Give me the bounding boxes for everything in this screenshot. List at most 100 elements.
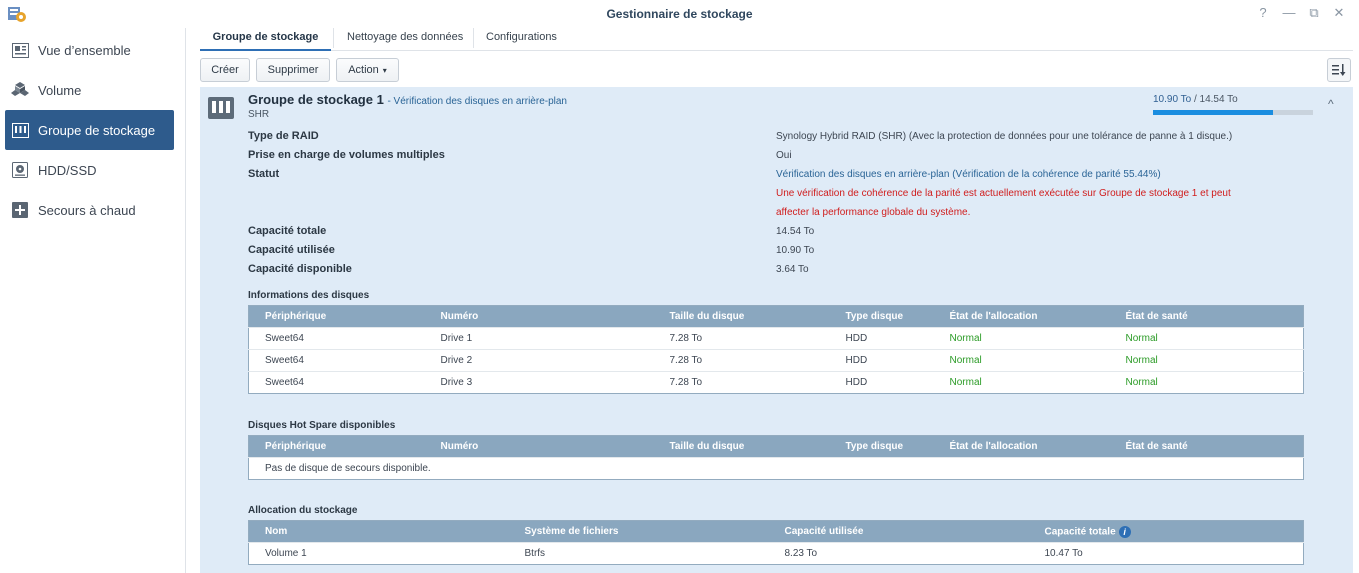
raid-type-value: Synology Hybrid RAID (SHR) (Avec la prot…	[776, 131, 1233, 142]
capacity-separator: /	[1191, 94, 1200, 105]
column-header[interactable]: Type disque	[829, 435, 934, 458]
sidebar-item-storage-pool[interactable]: Groupe de stockage	[5, 110, 174, 150]
hot-spare-title: Disques Hot Spare disponibles	[248, 420, 396, 431]
sidebar-item-label: Secours à chaud	[38, 202, 136, 218]
multi-volume-value: Oui	[776, 150, 792, 161]
column-header[interactable]: État de l'allocation	[933, 435, 1110, 458]
column-header[interactable]: Taille du disque	[653, 305, 830, 328]
status-warning-line2: affecter la performance globale du systè…	[776, 207, 971, 218]
size-cell: 7.28 To	[653, 327, 830, 350]
empty-row: Pas de disque de secours disponible.	[248, 457, 1304, 480]
column-header[interactable]: État de santé	[1109, 435, 1304, 458]
table-row[interactable]: Volume 1 Btrfs 8.23 To 10.47 To	[248, 542, 1304, 565]
total-capacity-value: 14.54 To	[776, 226, 815, 237]
hot-spare-table: Périphérique Numéro Taille du disque Typ…	[248, 435, 1304, 480]
column-header[interactable]: État de l'allocation	[933, 305, 1110, 328]
table-header-row: Périphérique Numéro Taille du disque Typ…	[248, 305, 1304, 328]
pool-status-subtitle: - Vérification des disques en arrière-pl…	[387, 96, 567, 107]
action-button[interactable]: Action ▾	[336, 58, 399, 82]
total-capacity-cell: 10.47 To	[1028, 542, 1304, 565]
status-warning-line1: Une vérification de cohérence de la pari…	[776, 188, 1231, 199]
table-row[interactable]: Sweet64 Drive 3 7.28 To HDD Normal Norma…	[248, 371, 1304, 394]
empty-message: Pas de disque de secours disponible.	[248, 457, 1304, 480]
sidebar: Vue d’ensemble Volume Groupe de stockage…	[0, 28, 186, 573]
delete-button[interactable]: Supprimer	[256, 58, 330, 82]
size-cell: 7.28 To	[653, 371, 830, 394]
health-status-cell: Normal	[1109, 371, 1304, 394]
device-cell: Sweet64	[248, 349, 425, 372]
close-button[interactable]: ✕	[1331, 5, 1347, 21]
column-header[interactable]: État de santé	[1109, 305, 1304, 328]
pool-raid-type: SHR	[248, 109, 270, 120]
column-header[interactable]: Taille du disque	[653, 435, 830, 458]
sort-icon	[1332, 64, 1346, 76]
tab-data-scrubbing[interactable]: Nettoyage des données	[347, 28, 463, 51]
total-capacity: 14.54 To	[1199, 94, 1238, 105]
used-capacity-value: 10.90 To	[776, 245, 815, 256]
sort-button[interactable]	[1327, 58, 1351, 82]
tab-bar: Groupe de stockage Nettoyage des données…	[200, 28, 1353, 51]
tab-storage-pool[interactable]: Groupe de stockage	[200, 28, 331, 51]
table-row[interactable]: Sweet64 Drive 2 7.28 To HDD Normal Norma…	[248, 349, 1304, 372]
chevron-down-icon: ▾	[382, 65, 387, 75]
drive-cell: Drive 2	[424, 349, 654, 372]
pool-title: Groupe de stockage 1 - Vérification des …	[248, 92, 567, 107]
storage-pool-panel: Groupe de stockage 1 - Vérification des …	[200, 87, 1353, 573]
filesystem-cell: Btrfs	[508, 542, 769, 565]
table-row[interactable]: Sweet64 Drive 1 7.28 To HDD Normal Norma…	[248, 327, 1304, 350]
status-value: Vérification des disques en arrière-plan…	[776, 169, 1161, 180]
capacity-bar	[1153, 110, 1313, 115]
tab-configurations[interactable]: Configurations	[486, 28, 557, 51]
sidebar-item-overview[interactable]: Vue d’ensemble	[5, 30, 174, 70]
info-icon[interactable]: i	[1118, 525, 1131, 538]
allocation-title: Allocation du stockage	[248, 505, 358, 516]
column-header[interactable]: Numéro	[424, 435, 654, 458]
create-button[interactable]: Créer	[200, 58, 250, 82]
column-header[interactable]: Système de fichiers	[508, 520, 769, 543]
table-header-row: Périphérique Numéro Taille du disque Typ…	[248, 435, 1304, 458]
column-header[interactable]: Capacité utilisée	[768, 520, 1029, 543]
table-header-row: Nom Système de fichiers Capacité utilisé…	[248, 520, 1304, 543]
storage-pool-icon	[11, 121, 29, 139]
volume-name-cell: Volume 1	[248, 542, 509, 565]
type-cell: HDD	[829, 327, 934, 350]
restore-button[interactable]: ⧉	[1306, 5, 1322, 21]
total-capacity-label: Capacité totale	[248, 225, 327, 237]
used-capacity-cell: 8.23 To	[768, 542, 1029, 565]
hot-spare-icon	[11, 201, 29, 219]
allocation-table: Nom Système de fichiers Capacité utilisé…	[248, 520, 1304, 565]
storage-pool-icon	[208, 97, 234, 119]
collapse-chevron-icon[interactable]: ^	[1328, 97, 1334, 111]
window-title: Gestionnaire de stockage	[606, 7, 753, 21]
sidebar-item-label: HDD/SSD	[38, 162, 97, 178]
allocation-status-cell: Normal	[933, 349, 1110, 372]
drive-cell: Drive 1	[424, 327, 654, 350]
minimize-button[interactable]: —	[1281, 5, 1297, 21]
multi-volume-label: Prise en charge de volumes multiples	[248, 149, 445, 161]
column-header[interactable]: Type disque	[829, 305, 934, 328]
disk-info-title: Informations des disques	[248, 290, 370, 301]
sidebar-item-volume[interactable]: Volume	[5, 70, 174, 110]
device-cell: Sweet64	[248, 371, 425, 394]
column-header-with-info[interactable]: Capacité totale i	[1028, 520, 1304, 543]
drive-cell: Drive 3	[424, 371, 654, 394]
help-button[interactable]: ?	[1255, 5, 1271, 21]
free-capacity-label: Capacité disponible	[248, 263, 352, 275]
size-cell: 7.28 To	[653, 349, 830, 372]
raid-type-label: Type de RAID	[248, 130, 319, 142]
sidebar-item-hot-spare[interactable]: Secours à chaud	[5, 190, 174, 230]
used-capacity: 10.90 To	[1153, 94, 1192, 105]
sidebar-item-label: Vue d’ensemble	[38, 42, 131, 58]
column-header[interactable]: Périphérique	[248, 435, 425, 458]
type-cell: HDD	[829, 349, 934, 372]
tab-divider	[333, 28, 334, 48]
overview-icon	[11, 41, 29, 59]
sidebar-item-hdd-ssd[interactable]: HDD/SSD	[5, 150, 174, 190]
column-header[interactable]: Numéro	[424, 305, 654, 328]
device-cell: Sweet64	[248, 327, 425, 350]
status-label: Statut	[248, 168, 280, 180]
sidebar-item-label: Groupe de stockage	[38, 122, 156, 138]
column-header[interactable]: Nom	[248, 520, 509, 543]
health-status-cell: Normal	[1109, 349, 1304, 372]
column-header[interactable]: Périphérique	[248, 305, 425, 328]
